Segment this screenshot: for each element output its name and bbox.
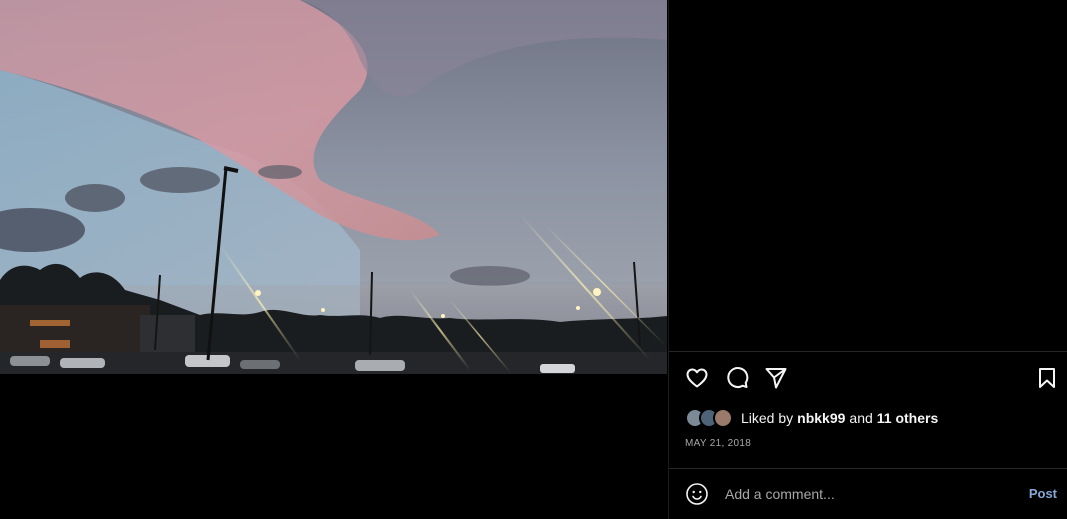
- comments-area: [669, 0, 1067, 351]
- post-comment-button[interactable]: Post: [1029, 486, 1057, 501]
- speech-bubble-icon: [727, 367, 749, 388]
- liked-by-and: and: [849, 410, 873, 426]
- comment-input[interactable]: [725, 482, 1005, 506]
- paper-plane-icon: [765, 368, 787, 389]
- save-button[interactable]: [1033, 364, 1061, 392]
- avatar[interactable]: [713, 408, 733, 428]
- liked-by-user-link[interactable]: nbkk99: [797, 410, 845, 426]
- post-photo[interactable]: [0, 0, 667, 374]
- liked-by-label: Liked by: [741, 410, 794, 426]
- post-media: [0, 0, 667, 519]
- post-date[interactable]: MAY 21, 2018: [685, 438, 751, 449]
- smiley-icon: [686, 483, 708, 505]
- add-comment-bar: Post: [669, 469, 1067, 519]
- share-button[interactable]: [762, 364, 790, 392]
- liker-avatars: [685, 408, 733, 428]
- bookmark-icon: [1039, 368, 1055, 388]
- emoji-button[interactable]: [685, 482, 709, 506]
- likes-count-link[interactable]: 11 others: [877, 410, 938, 426]
- post-actions: [669, 352, 1067, 402]
- heart-icon: [686, 368, 708, 388]
- likes-summary: Liked by nbkk99 and 11 others: [685, 406, 938, 430]
- comment-button[interactable]: [723, 364, 751, 392]
- like-button[interactable]: [683, 364, 711, 392]
- post-sidebar: Liked by nbkk99 and 11 others MAY 21, 20…: [668, 0, 1067, 519]
- sunset-parking-lot-photo: [0, 0, 667, 374]
